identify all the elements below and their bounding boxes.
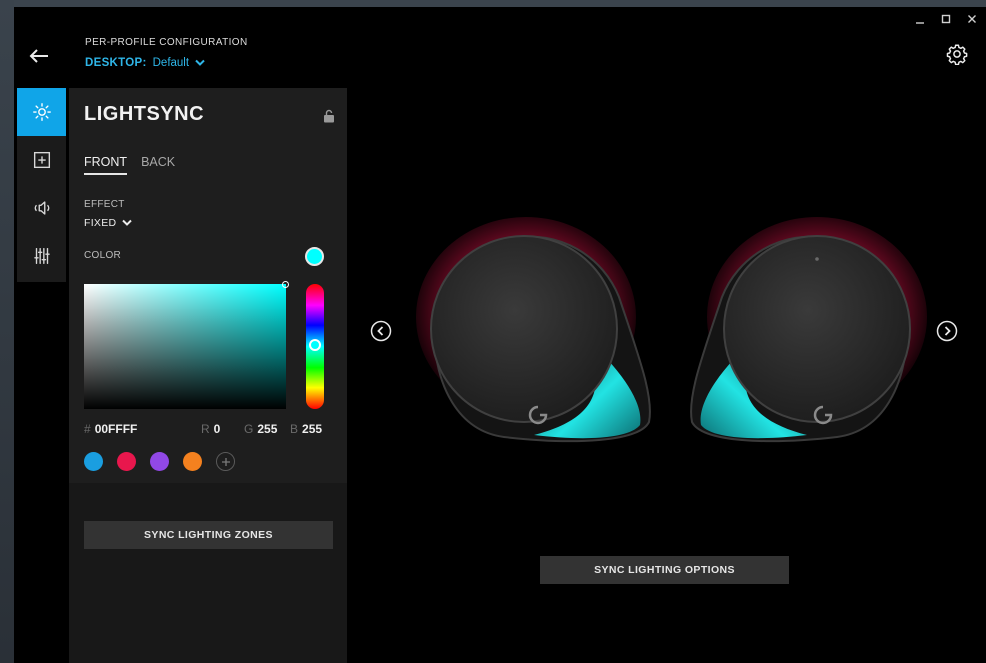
speaker-icon xyxy=(34,201,49,215)
green-input[interactable]: 255 xyxy=(257,422,277,436)
chevron-right-circle-icon xyxy=(936,320,958,342)
gear-icon xyxy=(946,44,968,66)
arrow-left-icon xyxy=(29,49,48,63)
desktop-background-left xyxy=(0,0,14,663)
nav-equalizer[interactable] xyxy=(17,232,66,280)
desktop-background xyxy=(0,0,986,7)
tab-back[interactable]: BACK xyxy=(141,155,175,175)
next-device-button[interactable] xyxy=(936,320,958,342)
effect-dropdown[interactable]: FIXED xyxy=(84,217,133,229)
minimize-button[interactable] xyxy=(914,13,926,25)
swatch-red[interactable] xyxy=(117,452,136,471)
lightsync-panel: LIGHTSYNC FRONT BACK EFFECT FIXED COLOR … xyxy=(69,88,347,663)
left-speaker-image xyxy=(414,217,664,457)
profile-key: DESKTOP: xyxy=(85,57,147,69)
swatch-orange[interactable] xyxy=(183,452,202,471)
close-button[interactable] xyxy=(966,13,978,25)
window-controls xyxy=(914,13,978,25)
chevron-down-icon xyxy=(122,219,133,226)
panel-title: LIGHTSYNC xyxy=(84,103,205,125)
sliders-icon xyxy=(33,247,50,265)
chevron-left-circle-icon xyxy=(370,320,392,342)
prev-device-button[interactable] xyxy=(370,320,392,342)
sun-icon xyxy=(32,103,51,121)
blue-input[interactable]: 255 xyxy=(302,422,322,436)
sv-picker-handle[interactable] xyxy=(282,281,289,288)
add-swatch-button[interactable] xyxy=(216,452,235,471)
hue-slider[interactable] xyxy=(306,284,324,409)
side-navigation xyxy=(17,88,66,282)
chevron-down-icon xyxy=(195,59,205,66)
sync-lighting-options-button[interactable]: SYNC LIGHTING OPTIONS xyxy=(540,556,789,584)
back-button[interactable] xyxy=(28,47,52,67)
color-label: COLOR xyxy=(84,250,122,261)
profile-config-label: PER-PROFILE CONFIGURATION xyxy=(85,37,248,48)
plus-square-icon xyxy=(33,151,50,169)
effect-label: EFFECT xyxy=(84,199,125,210)
blue-label: B xyxy=(290,422,299,436)
red-group: R 0 xyxy=(201,422,220,436)
red-input[interactable]: 0 xyxy=(214,422,221,436)
zone-tabs: FRONT BACK xyxy=(84,155,175,175)
red-label: R xyxy=(201,422,210,436)
close-icon xyxy=(968,15,976,23)
profile-value: Default xyxy=(152,57,190,69)
swatch-blue[interactable] xyxy=(84,452,103,471)
saturation-value-picker[interactable] xyxy=(84,281,289,409)
nav-lightsync[interactable] xyxy=(17,88,66,136)
maximize-icon xyxy=(941,14,951,24)
current-color-preview xyxy=(305,247,324,266)
app-window: PER-PROFILE CONFIGURATION DESKTOP: Defau… xyxy=(14,7,986,663)
tab-front[interactable]: FRONT xyxy=(84,155,128,175)
blue-group: B 255 xyxy=(290,422,322,436)
settings-button[interactable] xyxy=(946,43,968,66)
plus-icon xyxy=(221,457,230,466)
color-swatches xyxy=(84,452,235,471)
right-speaker-image xyxy=(677,217,927,457)
unlock-icon[interactable] xyxy=(323,109,335,123)
green-label: G xyxy=(244,422,254,436)
profile-dropdown[interactable]: DESKTOP: Default xyxy=(85,57,205,69)
minimize-icon xyxy=(916,22,924,24)
color-values-row: # 00FFFF R 0 G 255 B 255 xyxy=(84,421,329,437)
hue-slider-handle[interactable] xyxy=(309,339,321,351)
nav-assignments[interactable] xyxy=(17,136,66,184)
swatch-purple[interactable] xyxy=(150,452,169,471)
nav-audio[interactable] xyxy=(17,184,66,232)
effect-value: FIXED xyxy=(84,217,117,229)
hex-input[interactable]: 00FFFF xyxy=(95,422,138,436)
sync-lighting-zones-button[interactable]: SYNC LIGHTING ZONES xyxy=(84,521,333,549)
maximize-button[interactable] xyxy=(940,13,952,25)
green-group: G 255 xyxy=(244,422,277,436)
hex-hash: # xyxy=(84,422,91,436)
